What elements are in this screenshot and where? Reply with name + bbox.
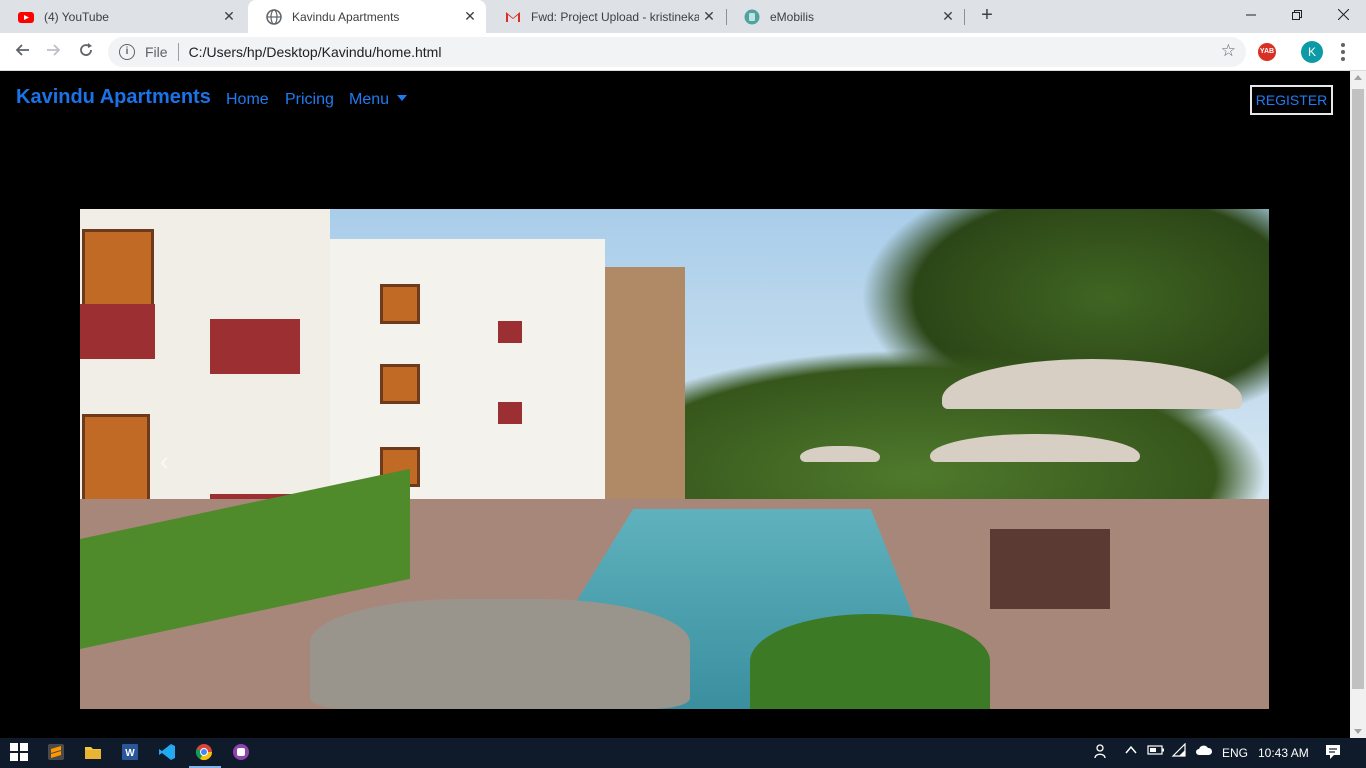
bookmark-star-icon[interactable]: ☆: [1221, 41, 1236, 61]
file-explorer-icon[interactable]: [84, 743, 104, 763]
reload-icon[interactable]: [74, 40, 98, 64]
tab-gmail[interactable]: Fwd: Project Upload - kristinekak ✕: [487, 0, 725, 33]
people-icon[interactable]: [1094, 743, 1114, 763]
carousel-image-window: [82, 229, 154, 309]
brand-logo-link[interactable]: Kavindu Apartments: [16, 86, 211, 109]
notifications-icon[interactable]: [1324, 743, 1344, 763]
profile-avatar[interactable]: K: [1301, 41, 1323, 63]
close-tab-icon[interactable]: ✕: [699, 8, 719, 25]
carousel-image-window: [82, 414, 150, 504]
svg-text:W: W: [125, 748, 135, 759]
carousel-image-balcony: [498, 402, 522, 424]
battery-icon[interactable]: [1147, 743, 1167, 763]
tab-title: Fwd: Project Upload - kristinekak: [531, 9, 699, 24]
youtube-icon: [18, 9, 34, 25]
windows-taskbar: W ENG 10:43 AM: [0, 738, 1366, 768]
nav-menu-dropdown[interactable]: Menu: [349, 91, 408, 109]
scheme-label: File: [145, 44, 168, 60]
sublime-text-icon[interactable]: [47, 743, 67, 763]
hero-carousel: ‹: [80, 209, 1269, 709]
tab-separator: [726, 9, 727, 25]
carousel-image-leaves: [750, 614, 990, 709]
carousel-prev-icon[interactable]: ‹: [160, 448, 180, 474]
back-icon[interactable]: [10, 40, 34, 64]
browser-toolbar: i File C:/Users/hp/Desktop/Kavindu/home.…: [0, 33, 1366, 71]
browser-tab-strip: (4) YouTube ✕ Kavindu Apartments ✕ Fwd: …: [0, 0, 1366, 33]
close-window-button[interactable]: [1320, 0, 1366, 30]
carousel-image-window: [380, 284, 420, 324]
caret-down-icon: [397, 95, 408, 101]
emobilis-icon: [744, 9, 760, 25]
restore-button[interactable]: [1274, 0, 1320, 30]
scroll-up-icon[interactable]: [1354, 75, 1362, 80]
nav-pricing-link[interactable]: Pricing: [285, 91, 334, 109]
carousel-image-lounge-chairs: [990, 529, 1110, 609]
carousel-image-building: [325, 239, 605, 514]
nav-home-link[interactable]: Home: [226, 91, 269, 109]
tab-youtube[interactable]: (4) YouTube ✕: [0, 0, 245, 33]
tab-title: (4) YouTube: [44, 9, 109, 24]
vscode-icon[interactable]: [158, 743, 178, 763]
carousel-image-umbrella: [800, 446, 880, 462]
carousel-image-balcony: [80, 304, 155, 359]
url-text[interactable]: C:/Users/hp/Desktop/Kavindu/home.html: [189, 44, 442, 60]
nav-menu-label: Menu: [349, 91, 390, 108]
tab-title: Kavindu Apartments: [292, 9, 400, 24]
gmail-icon: [505, 9, 521, 25]
tab-emobilis[interactable]: eMobilis ✕: [726, 0, 964, 33]
scroll-down-icon[interactable]: [1354, 729, 1362, 734]
yab-extension-icon[interactable]: YAB: [1258, 43, 1276, 61]
tab-separator: [964, 9, 965, 25]
tab-kavindu-apartments[interactable]: Kavindu Apartments ✕: [248, 0, 486, 33]
word-icon[interactable]: W: [121, 743, 141, 763]
forward-icon[interactable]: [42, 40, 66, 64]
browser-menu-icon[interactable]: [1336, 41, 1350, 63]
close-tab-icon[interactable]: ✕: [460, 8, 480, 25]
chevron-up-icon[interactable]: [1124, 743, 1144, 763]
carousel-image-balcony: [210, 319, 300, 374]
new-tab-button[interactable]: +: [975, 4, 999, 28]
address-bar[interactable]: i File C:/Users/hp/Desktop/Kavindu/home.…: [108, 37, 1246, 67]
weather-cloud-icon[interactable]: [1195, 743, 1215, 763]
info-icon[interactable]: i: [119, 44, 135, 60]
chrome-icon[interactable]: [195, 743, 215, 763]
carousel-image-window: [380, 364, 420, 404]
close-tab-icon[interactable]: ✕: [938, 8, 958, 25]
omnibox-divider: [177, 43, 179, 61]
globe-icon: [266, 8, 282, 25]
page-viewport: Kavindu Apartments Home Pricing Menu REG…: [0, 71, 1350, 738]
clock[interactable]: 10:43 AM: [1258, 746, 1309, 760]
language-indicator[interactable]: ENG: [1222, 746, 1248, 760]
carousel-image-rock-fountain: [310, 599, 690, 709]
scrollbar-thumb[interactable]: [1352, 89, 1364, 689]
register-button[interactable]: REGISTER: [1250, 85, 1333, 115]
minimize-button[interactable]: [1228, 0, 1274, 30]
page-scrollbar[interactable]: [1350, 71, 1366, 738]
carousel-image-balcony: [498, 321, 522, 343]
tab-title: eMobilis: [770, 9, 815, 24]
emulator-icon[interactable]: [232, 743, 252, 763]
wifi-icon[interactable]: [1171, 742, 1191, 763]
close-tab-icon[interactable]: ✕: [219, 8, 239, 25]
windows-start-icon[interactable]: [10, 743, 30, 763]
